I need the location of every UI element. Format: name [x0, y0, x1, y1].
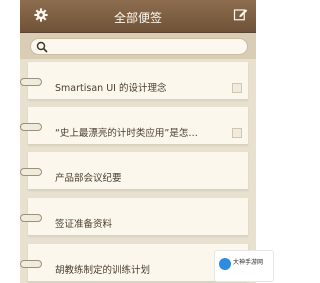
note-title: 签证准备资料	[55, 219, 113, 230]
binder-ring	[20, 123, 42, 131]
watermark-logo-icon	[219, 258, 231, 270]
page-title: 全部便签	[113, 11, 162, 25]
note-title: Smartisan UI 的设计理念	[55, 83, 167, 94]
compose-icon[interactable]	[233, 7, 248, 22]
search-icon	[36, 41, 48, 53]
note-item[interactable]: “史上最漂亮的计时类应用”是怎…	[20, 107, 248, 145]
note-corner	[232, 83, 242, 93]
site-watermark: 大神手游网	[214, 250, 274, 282]
note-item[interactable]: Smartisan UI 的设计理念	[20, 62, 248, 100]
note-item[interactable]: 签证准备资料	[20, 198, 248, 236]
binder-ring	[20, 168, 42, 176]
note-corner	[232, 128, 242, 138]
binder-ring	[20, 260, 42, 268]
top-bar: 全部便签	[20, 0, 256, 33]
search-bar	[20, 33, 256, 59]
binder-ring	[20, 214, 42, 222]
search-input[interactable]	[30, 38, 248, 55]
note-title: 产品部会议纪要	[55, 173, 122, 184]
binder-ring	[20, 78, 42, 86]
note-item[interactable]: 产品部会议纪要	[20, 152, 248, 190]
note-title: 胡教练制定的训练计划	[55, 265, 151, 276]
watermark-text: 大神手游网	[233, 259, 264, 266]
note-title: “史上最漂亮的计时类应用”是怎…	[55, 128, 198, 139]
notes-app-screen: 全部便签 Smartisan UI 的设计理念 “史上最漂亮的计时类应用”是怎…	[20, 0, 256, 283]
